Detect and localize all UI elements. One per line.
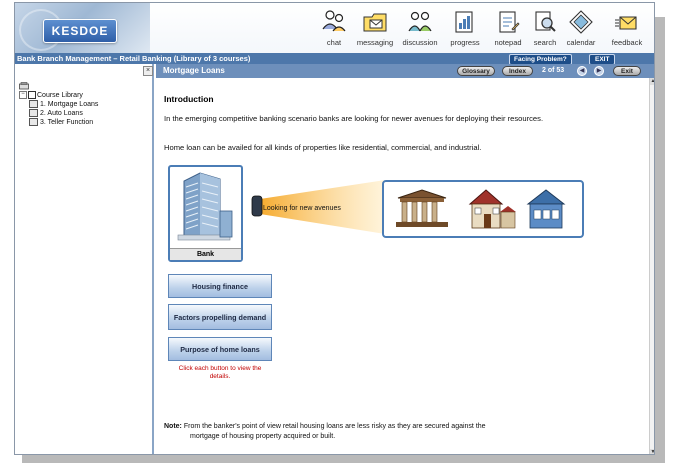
course-titlebar: Bank Branch Management – Retail Banking … bbox=[15, 53, 654, 65]
toolbar-label: chat bbox=[326, 38, 342, 47]
discussion-people-icon bbox=[408, 11, 432, 32]
section-heading: Introduction bbox=[164, 94, 214, 104]
sidebar-item-teller-function[interactable]: 3. Teller Function bbox=[19, 118, 98, 127]
tree-root[interactable]: − Course Library bbox=[19, 91, 98, 100]
glossary-button[interactable]: Glossary bbox=[457, 66, 495, 76]
toolbar-label: discussion bbox=[402, 38, 438, 47]
sidebar-close-button[interactable]: × bbox=[143, 66, 153, 76]
scroll-up-icon[interactable]: ▲ bbox=[650, 78, 654, 85]
spotlight-beam bbox=[251, 180, 385, 234]
app-window: KESDOE chat messaging discussion progres… bbox=[14, 2, 655, 455]
toolbar-messaging[interactable]: messaging bbox=[353, 9, 397, 51]
bank-label: Bank bbox=[170, 248, 241, 260]
course-icon bbox=[29, 118, 38, 127]
sidebar-item-label: 2. Auto Loans bbox=[40, 110, 83, 117]
page-title: Mortgage Loans bbox=[163, 66, 225, 75]
sidebar: × − Course Library 1. Mortgage Loans 2. A… bbox=[15, 64, 154, 454]
content-header-bar: Mortgage Loans Glossary Index 2 of 53 ◀ … bbox=[156, 64, 654, 78]
toolbar-progress[interactable]: progress bbox=[443, 9, 487, 51]
sidebar-item-label: 3. Teller Function bbox=[40, 119, 94, 126]
instruction-hint: Click each button to view the details. bbox=[178, 365, 262, 380]
industrial-building-icon bbox=[526, 189, 566, 229]
housing-finance-button[interactable]: Housing finance bbox=[168, 274, 272, 298]
logo-area: KESDOE bbox=[15, 3, 150, 53]
notepad-icon bbox=[499, 11, 520, 33]
beam-caption: Looking for new avenues bbox=[263, 205, 341, 212]
course-title: Bank Branch Management – Retail Banking … bbox=[17, 54, 251, 63]
index-button[interactable]: Index bbox=[502, 66, 533, 76]
collapse-icon[interactable]: − bbox=[19, 91, 27, 100]
sidebar-item-mortgage-loans[interactable]: 1. Mortgage Loans bbox=[19, 100, 98, 109]
factors-propelling-demand-button[interactable]: Factors propelling demand bbox=[168, 304, 272, 330]
progress-report-icon bbox=[455, 11, 473, 33]
feedback-icon bbox=[615, 16, 637, 30]
content-exit-button[interactable]: Exit bbox=[613, 66, 641, 76]
folder-envelope-icon bbox=[363, 13, 387, 32]
page-number: 2 of 53 bbox=[542, 67, 565, 74]
tree-root-label: Course Library bbox=[37, 92, 83, 99]
property-types-card bbox=[382, 180, 584, 238]
arrow-right-icon: ▶ bbox=[596, 68, 602, 74]
toolbar-calendar[interactable]: calendar bbox=[559, 9, 603, 51]
calendar-icon bbox=[569, 10, 593, 34]
note-label: Note: bbox=[164, 423, 182, 430]
commercial-building-icon bbox=[396, 189, 448, 227]
library-icon bbox=[19, 82, 29, 90]
sidebar-item-auto-loans[interactable]: 2. Auto Loans bbox=[19, 109, 98, 118]
prev-page-button[interactable]: ◀ bbox=[577, 66, 587, 76]
sidebar-item-label: 1. Mortgage Loans bbox=[40, 101, 99, 108]
toolbar-feedback[interactable]: feedback bbox=[605, 9, 649, 51]
course-icon bbox=[29, 109, 38, 118]
bank-building-icon bbox=[177, 172, 233, 241]
bank-card: Bank bbox=[168, 165, 243, 262]
toolbar-label: calendar bbox=[566, 38, 596, 47]
note-line-2: mortgage of housing property acquired or… bbox=[190, 432, 336, 440]
arrow-left-icon: ◀ bbox=[579, 68, 585, 74]
toolbar-discussion[interactable]: discussion bbox=[398, 9, 442, 51]
note-line-1: From the banker's point of view retail h… bbox=[183, 423, 486, 430]
tree-root-icon-row bbox=[19, 82, 98, 91]
toolbar-label: messaging bbox=[356, 38, 394, 47]
purpose-of-home-loans-button[interactable]: Purpose of home loans bbox=[168, 337, 272, 361]
residential-house-icon bbox=[468, 189, 516, 229]
properties-illustration bbox=[396, 189, 566, 229]
course-icon bbox=[29, 100, 38, 109]
next-page-button[interactable]: ▶ bbox=[594, 66, 604, 76]
toolbar-label: feedback bbox=[611, 38, 643, 47]
window-shadow-bottom bbox=[22, 455, 665, 463]
note: Note: From the banker's point of view re… bbox=[164, 422, 634, 441]
home-loan-paragraph: Home loan can be availed for all kinds o… bbox=[164, 143, 482, 152]
search-icon bbox=[535, 11, 556, 32]
course-tree: − Course Library 1. Mortgage Loans 2. Aut… bbox=[19, 82, 98, 127]
header: KESDOE chat messaging discussion progres… bbox=[15, 3, 654, 53]
content-area: Introduction In the emerging competitive… bbox=[156, 78, 649, 454]
chat-people-icon bbox=[322, 10, 346, 32]
library-book-icon bbox=[28, 91, 36, 100]
intro-paragraph: In the emerging competitive banking scen… bbox=[164, 114, 544, 123]
toolbar-label: progress bbox=[450, 38, 480, 47]
logo: KESDOE bbox=[43, 19, 117, 43]
toolbar-chat[interactable]: chat bbox=[312, 9, 356, 51]
content-scrollbar[interactable]: ▲ ▼ bbox=[649, 78, 654, 454]
scroll-down-icon[interactable]: ▼ bbox=[650, 449, 654, 454]
window-shadow-right bbox=[655, 17, 665, 455]
